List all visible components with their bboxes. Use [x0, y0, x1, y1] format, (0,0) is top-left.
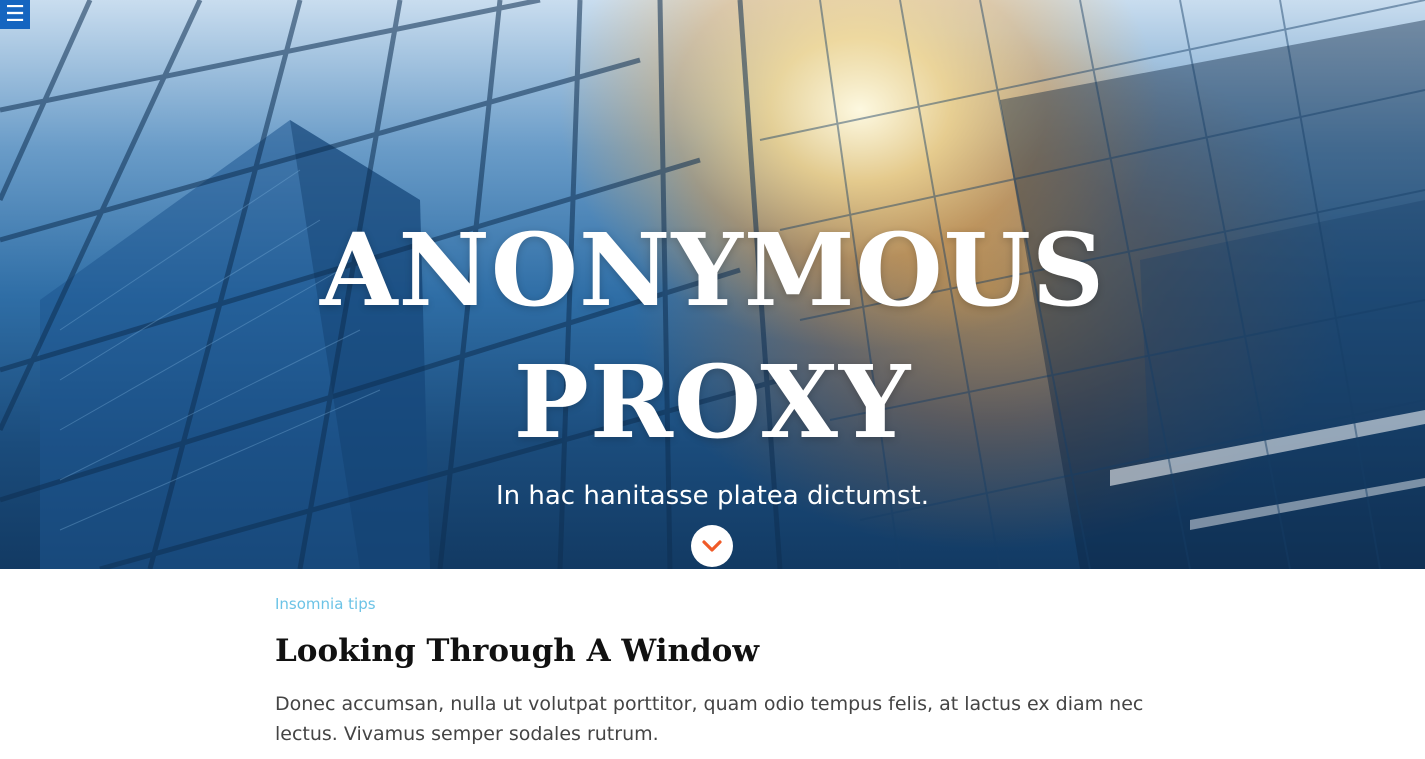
- post-category-link[interactable]: Insomnia tips: [275, 595, 376, 613]
- hero-subtitle: In hac hanitasse platea dictumst.: [495, 481, 930, 511]
- menu-button[interactable]: ☰: [0, 0, 30, 29]
- scroll-down-button[interactable]: [691, 525, 733, 567]
- hero-title-line-1: ANONYMOUS: [319, 211, 1106, 329]
- post-excerpt: Donec accumsan, nulla ut volutpat portti…: [275, 693, 1144, 745]
- hamburger-icon[interactable]: ☰: [5, 1, 25, 26]
- hero-section: ☰ ANONYMOUS PROXY In hac hanitasse plate…: [0, 0, 1425, 569]
- chevron-down-icon: [702, 540, 722, 552]
- post-title-link[interactable]: Looking Through A Window: [275, 631, 1155, 671]
- post-preview: Insomnia tips Looking Through A Window D…: [275, 569, 1155, 749]
- hero-title: ANONYMOUS PROXY: [0, 204, 1425, 468]
- hero-title-line-2: PROXY: [513, 343, 912, 461]
